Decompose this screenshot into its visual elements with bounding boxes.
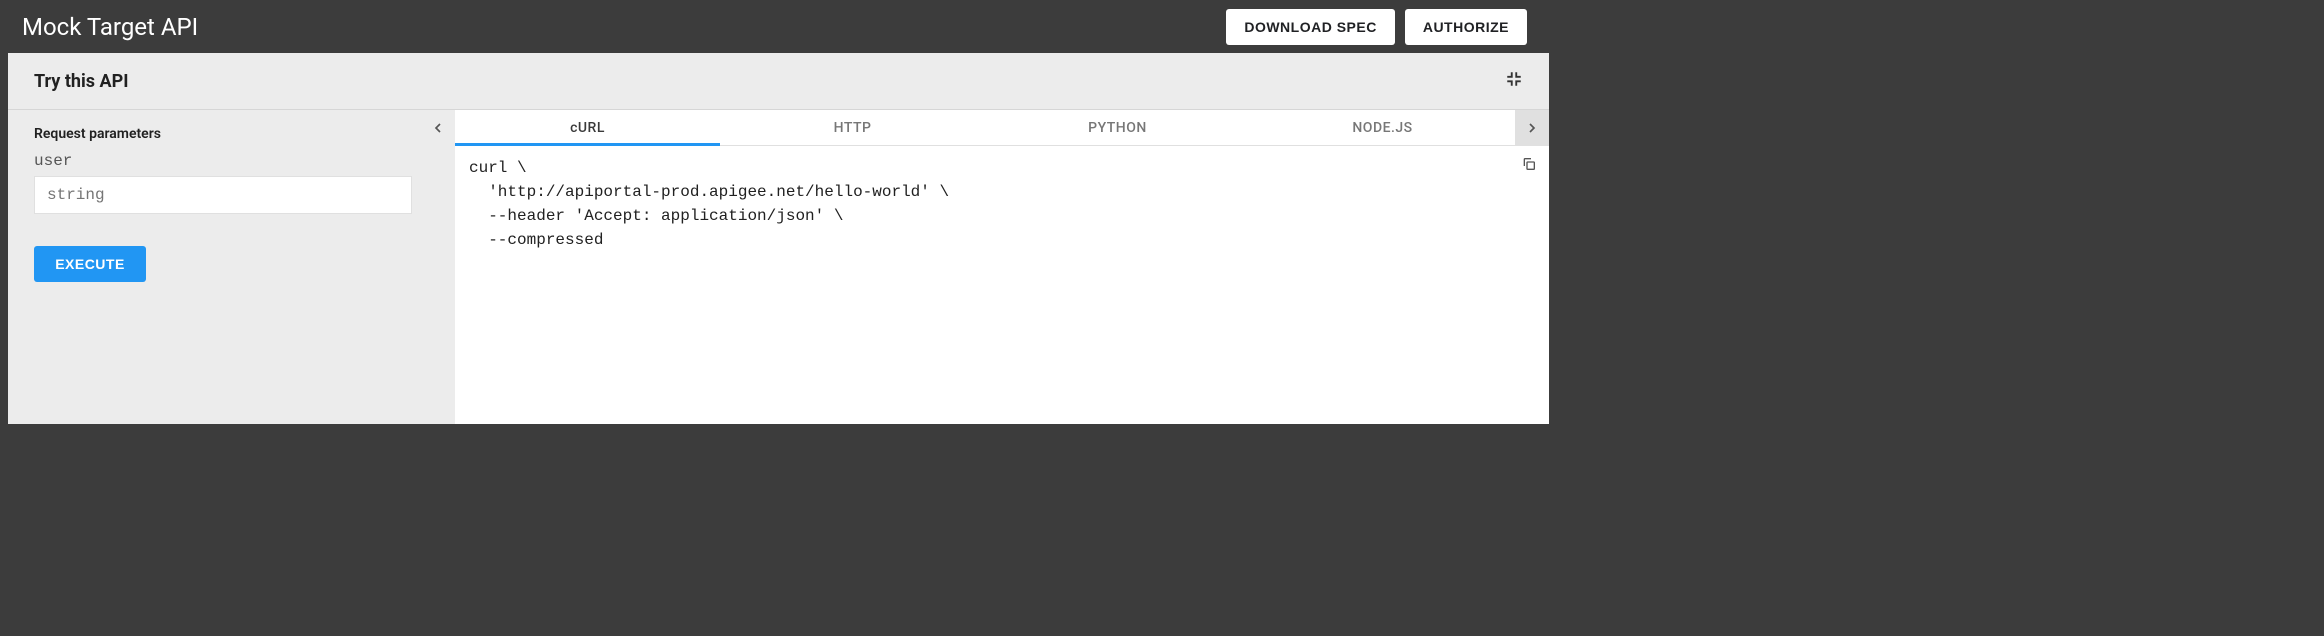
panel-heading: Try this API [34, 71, 1505, 92]
code-snippet-text: curl \ 'http://apiportal-prod.apigee.net… [469, 156, 1535, 252]
try-api-panel: Try this API Request parameters user EXE… [8, 53, 1549, 424]
tab-nodejs[interactable]: NODE.JS [1250, 110, 1515, 145]
code-tabs: cURL HTTP PYTHON NODE.JS [455, 110, 1515, 146]
tab-curl[interactable]: cURL [455, 110, 720, 145]
request-parameters-label: Request parameters [34, 126, 397, 142]
top-bar: Mock Target API DOWNLOAD SPEC AUTHORIZE [0, 0, 1549, 53]
param-name-user: user [34, 152, 397, 170]
tabs-scroll-right-button[interactable] [1515, 110, 1549, 146]
tabs-scroll-left-button[interactable] [421, 110, 455, 146]
tab-python[interactable]: PYTHON [985, 110, 1250, 145]
execute-button[interactable]: EXECUTE [34, 246, 146, 282]
download-spec-button[interactable]: DOWNLOAD SPEC [1226, 9, 1395, 45]
page-title: Mock Target API [22, 13, 1216, 41]
param-input-user[interactable] [34, 176, 412, 214]
copy-icon[interactable] [1521, 156, 1537, 176]
tab-http[interactable]: HTTP [720, 110, 985, 145]
request-parameters-section: Request parameters user EXECUTE [8, 110, 421, 424]
panel-header: Try this API [8, 53, 1549, 110]
code-tabs-row: cURL HTTP PYTHON NODE.JS [421, 110, 1549, 146]
collapse-icon[interactable] [1505, 70, 1523, 92]
code-snippet-area: curl \ 'http://apiportal-prod.apigee.net… [455, 146, 1549, 424]
authorize-button[interactable]: AUTHORIZE [1405, 9, 1527, 45]
code-sample-section: cURL HTTP PYTHON NODE.JS curl \ 'http://… [421, 110, 1549, 424]
